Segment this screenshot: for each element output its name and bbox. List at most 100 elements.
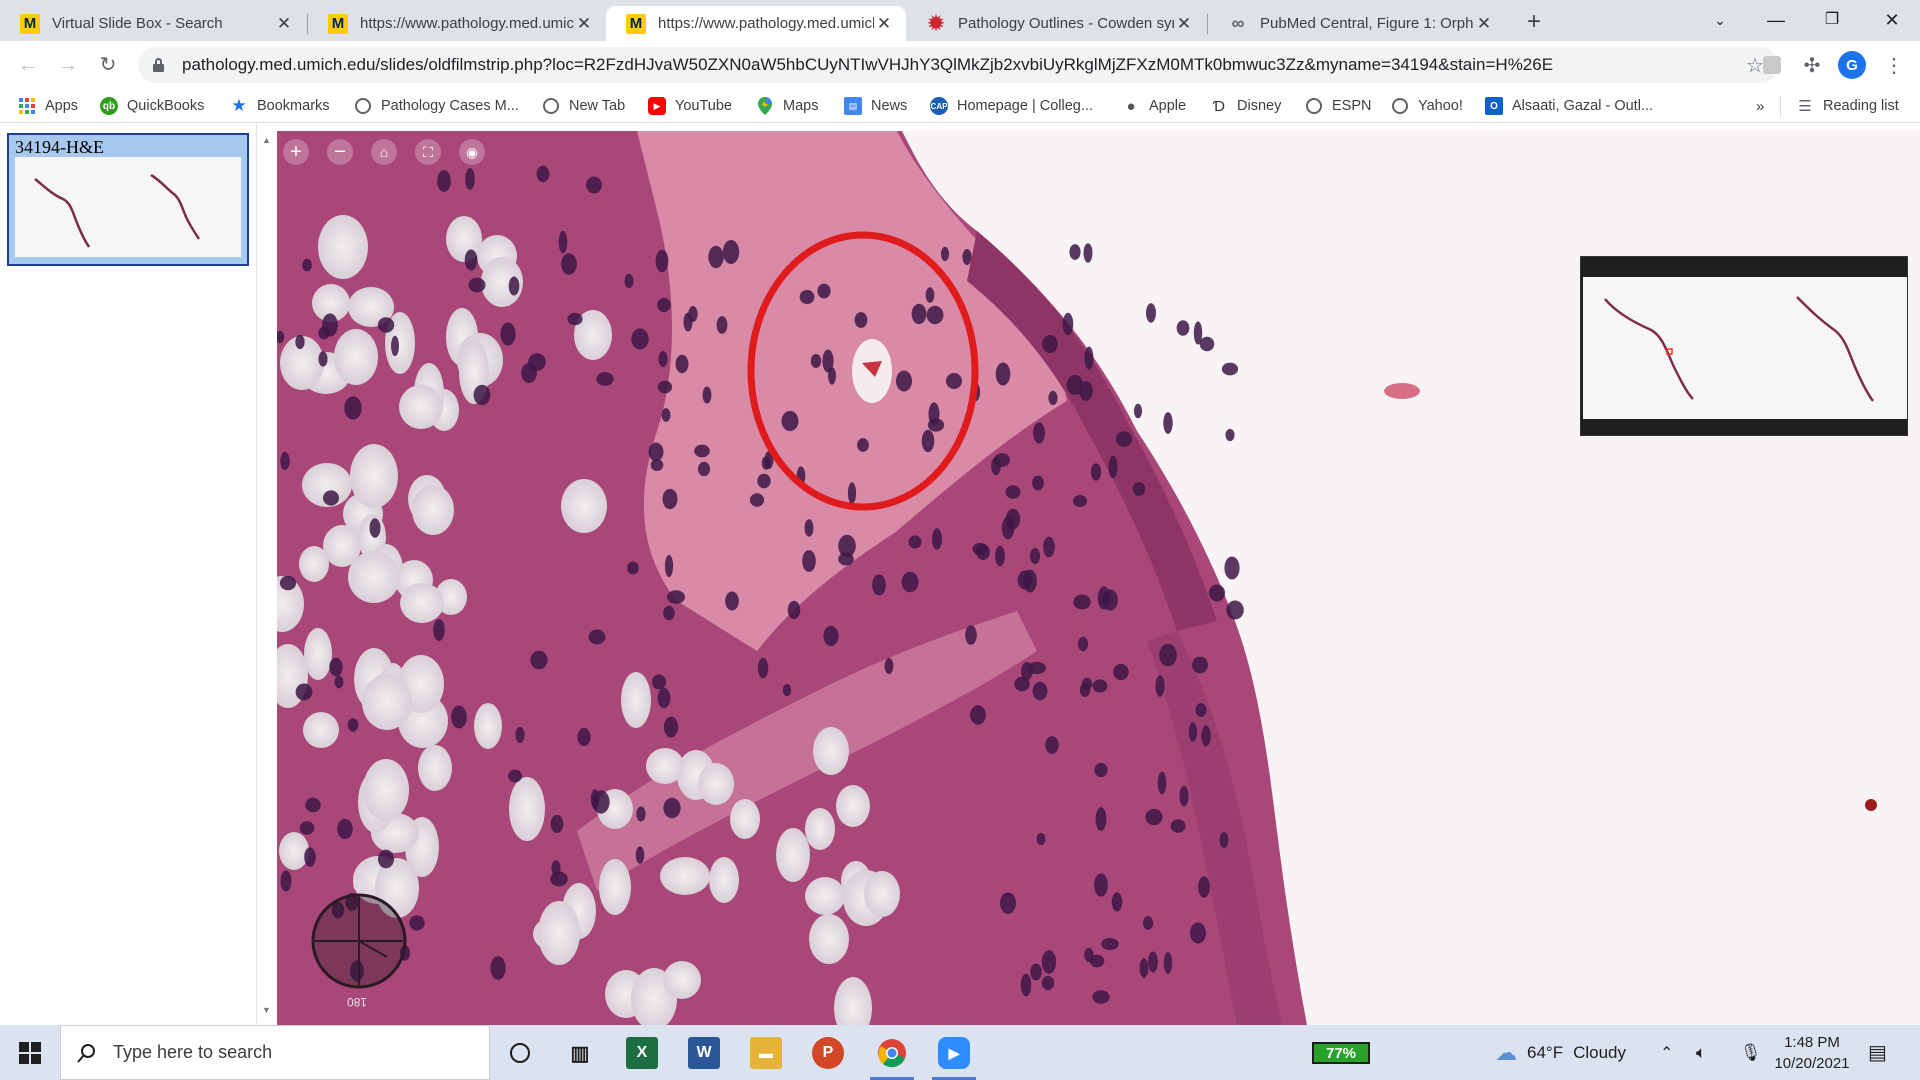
bookmarks-divider <box>1780 95 1781 117</box>
address-bar[interactable]: pathology.med.umich.edu/slides/oldfilmst… <box>138 47 1778 83</box>
scroll-down-arrow-icon[interactable]: ▼ <box>262 1005 271 1015</box>
rotation-control[interactable]: 0 180 <box>307 871 412 1011</box>
viewport-indicator[interactable] <box>1666 348 1673 355</box>
globe-icon <box>542 97 560 115</box>
zoom-app-icon[interactable]: ▶ <box>938 1037 970 1069</box>
slide-thumbnail[interactable] <box>15 157 241 257</box>
bookmarks-bar: Apps qb QuickBooks ★ Bookmarks Pathology… <box>0 89 1920 123</box>
tab-pathology-outlines[interactable]: ✹ Pathology Outlines - Cowden syn ✕ <box>906 6 1206 41</box>
microphone-icon[interactable]: 🎙︎ <box>1740 1025 1762 1080</box>
show-hidden-icons-icon[interactable]: ⌃ <box>1660 1025 1673 1080</box>
windows-taskbar: Type here to search ▥ X W ▬ P ▶ 77% ☁ 64… <box>0 1025 1920 1080</box>
extension-icon[interactable] <box>1758 51 1786 79</box>
gear-favicon-icon: ✹ <box>927 13 945 35</box>
cortana-icon[interactable] <box>504 1037 536 1069</box>
tab-pubmed[interactable]: ∞ PubMed Central, Figure 1: Orpha ✕ <box>1208 6 1506 41</box>
search-icon <box>77 1043 97 1063</box>
lock-icon[interactable] <box>152 58 166 72</box>
bookmark-espn[interactable]: ESPN <box>1305 95 1372 117</box>
bookmark-youtube[interactable]: ▶ YouTube <box>648 95 732 117</box>
close-tab-icon[interactable]: ✕ <box>874 14 894 34</box>
chrome-icon[interactable] <box>876 1037 908 1069</box>
taskbar-search-box[interactable]: Type here to search <box>60 1025 490 1080</box>
zoom-out-icon[interactable]: − <box>327 139 353 165</box>
youtube-icon: ▶ <box>648 97 666 115</box>
tab-strip: M Virtual Slide Box - Search ✕ M https:/… <box>0 0 1920 41</box>
task-view-icon[interactable]: ▥ <box>564 1037 596 1069</box>
bookmark-new-tab[interactable]: New Tab <box>542 95 625 117</box>
close-tab-icon[interactable]: ✕ <box>1474 14 1494 34</box>
floating-fragment <box>1384 383 1420 399</box>
outlook-icon: O <box>1485 97 1503 115</box>
bookmark-disney[interactable]: Ɗ Disney <box>1210 95 1281 117</box>
close-tab-icon[interactable]: ✕ <box>274 14 294 34</box>
camera-icon[interactable]: ◉ <box>459 139 485 165</box>
close-tab-icon[interactable]: ✕ <box>1174 14 1194 34</box>
filmstrip-panel: 34194-H&E <box>0 123 257 1025</box>
search-placeholder: Type here to search <box>113 1042 273 1062</box>
tab-pathology-active[interactable]: M https://www.pathology.med.umich ✕ <box>606 6 906 41</box>
scroll-up-arrow-icon[interactable]: ▲ <box>262 135 271 145</box>
excel-icon[interactable]: X <box>626 1037 658 1069</box>
bookmark-yahoo[interactable]: Yahoo! <box>1391 95 1463 117</box>
back-arrow-icon[interactable]: ← <box>14 51 42 79</box>
zoom-in-icon[interactable]: + <box>283 139 309 165</box>
profile-avatar[interactable]: G <box>1838 51 1866 79</box>
restore-icon[interactable]: ❐ <box>1804 0 1860 41</box>
close-tab-icon[interactable]: ✕ <box>574 14 594 34</box>
umich-favicon-icon: M <box>626 13 646 34</box>
close-window-icon[interactable]: ✕ <box>1864 0 1920 41</box>
home-icon[interactable]: ⌂ <box>371 139 397 165</box>
globe-icon <box>1391 97 1409 115</box>
bookmark-quickbooks[interactable]: qb QuickBooks <box>100 95 204 117</box>
bookmark-outlook[interactable]: O Alsaati, Gazal - Outl... <box>1485 95 1653 117</box>
word-icon[interactable]: W <box>688 1037 720 1069</box>
battery-indicator[interactable]: 77% <box>1312 1042 1370 1064</box>
file-explorer-icon[interactable]: ▬ <box>750 1037 782 1069</box>
system-clock[interactable]: 1:48 PM 10/20/2021 <box>1772 1032 1852 1074</box>
filmstrip-slide-item[interactable]: 34194-H&E <box>7 133 249 266</box>
bookmark-news[interactable]: ▤ News <box>844 95 907 117</box>
overview-thumbnail[interactable] <box>1583 277 1907 419</box>
bookmarks-overflow-icon[interactable]: » <box>1756 95 1764 117</box>
bookmark-homepage-college[interactable]: CAP Homepage | Colleg... <box>930 95 1093 117</box>
slide-viewer-page: 34194-H&E ▲ ▼ + − ⌂ ⛶ ◉ 0 180 <box>0 123 1920 1025</box>
rotation-label-bottom: 180 <box>347 995 368 1009</box>
maps-pin-icon <box>756 97 774 115</box>
powerpoint-icon[interactable]: P <box>812 1037 844 1069</box>
weather-widget[interactable]: ☁ 64°F Cloudy <box>1495 1025 1626 1080</box>
bookmark-apple[interactable]: ● Apple <box>1122 95 1186 117</box>
overview-navigator[interactable] <box>1580 256 1908 436</box>
browser-toolbar: ← → ↻ pathology.med.umich.edu/slides/old… <box>0 41 1920 89</box>
globe-icon <box>1305 97 1323 115</box>
slide-label: 34194-H&E <box>15 137 104 157</box>
chrome-menu-icon[interactable]: ⋮ <box>1880 51 1908 79</box>
forward-arrow-icon[interactable]: → <box>54 51 82 79</box>
notifications-icon[interactable]: ▤ <box>1868 1025 1887 1080</box>
bookmark-pathology-cases[interactable]: Pathology Cases M... <box>354 95 519 117</box>
tab-search-icon[interactable]: ⌄ <box>1692 0 1748 41</box>
reading-list-button[interactable]: ☰ Reading list <box>1796 95 1899 117</box>
extensions-puzzle-icon[interactable]: ✣ <box>1798 51 1826 79</box>
fullscreen-icon[interactable]: ⛶ <box>415 139 441 165</box>
windows-start-button[interactable] <box>0 1025 60 1080</box>
apps-grid-icon <box>18 97 36 115</box>
new-tab-button[interactable]: + <box>1520 8 1548 36</box>
tab-pathology-1[interactable]: M https://www.pathology.med.umich ✕ <box>308 6 606 41</box>
tab-virtual-slide-box[interactable]: M Virtual Slide Box - Search ✕ <box>0 6 306 41</box>
cap-icon: CAP <box>930 97 948 115</box>
url-text[interactable]: pathology.med.umich.edu/slides/oldfilmst… <box>182 55 1740 75</box>
bookmark-maps[interactable]: Maps <box>756 95 818 117</box>
umich-favicon-icon: M <box>20 13 40 34</box>
windows-logo-icon <box>19 1041 41 1064</box>
link-favicon-icon: ∞ <box>1231 13 1245 33</box>
minimize-icon[interactable]: — <box>1748 0 1804 41</box>
globe-icon <box>354 97 372 115</box>
bookmark-bookmarks[interactable]: ★ Bookmarks <box>230 95 329 117</box>
reload-icon[interactable]: ↻ <box>94 51 122 79</box>
star-icon: ★ <box>231 96 247 115</box>
volume-icon[interactable]: 🔈︎ <box>1696 1025 1706 1080</box>
rotation-label-top: 0 <box>353 877 361 893</box>
bookmark-apps[interactable]: Apps <box>18 95 78 117</box>
disney-icon: Ɗ <box>1212 97 1226 115</box>
